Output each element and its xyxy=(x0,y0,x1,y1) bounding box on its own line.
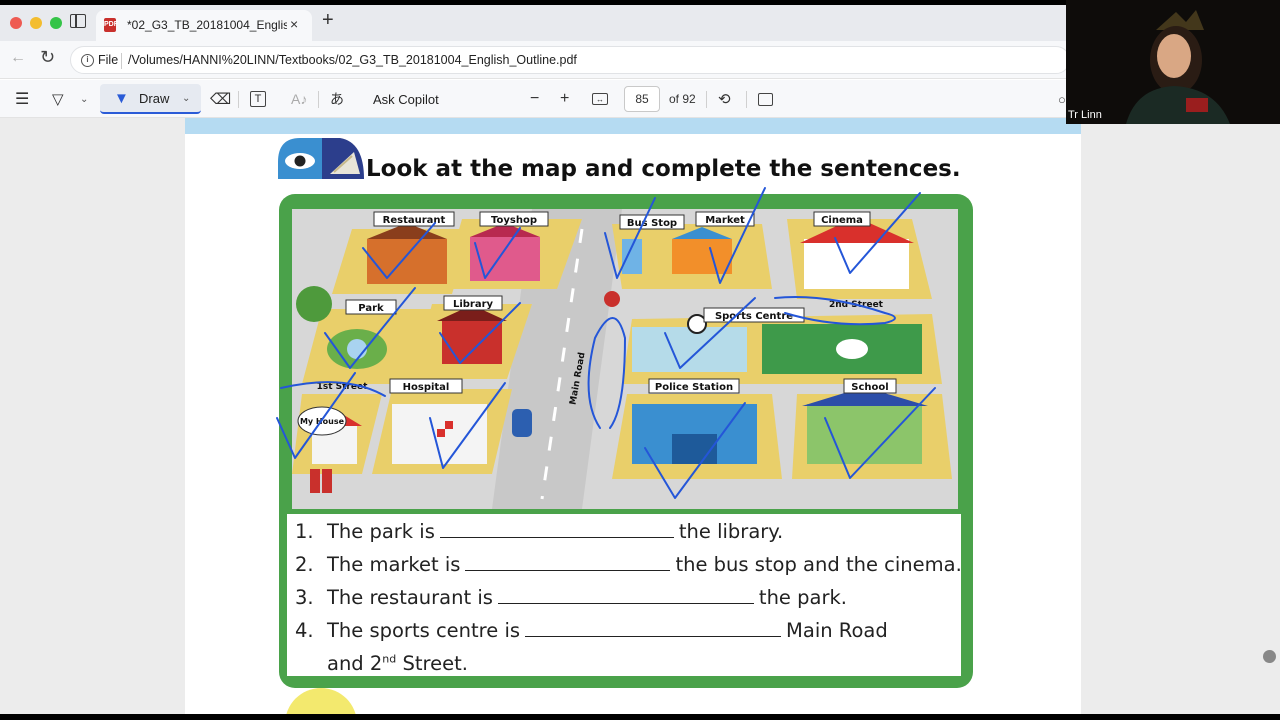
tab-title: *02_G3_TB_20181004_English_Outline.pdf xyxy=(127,18,287,32)
presenter-video xyxy=(1066,0,1280,124)
url-scheme: File xyxy=(98,53,119,67)
scrollbar-thumb[interactable] xyxy=(1263,650,1276,663)
highlight-icon[interactable]: ▽ xyxy=(52,80,64,118)
info-icon[interactable]: i xyxy=(81,54,94,67)
search-icon[interactable]: ○ xyxy=(1058,80,1066,118)
textbox-icon[interactable]: T xyxy=(250,91,266,107)
toolbar-divider xyxy=(238,91,239,108)
ink-annotations xyxy=(276,187,936,499)
draw-pen-icon: ▼ xyxy=(114,90,129,107)
page-number-input[interactable]: 85 xyxy=(624,86,660,112)
toolbar-divider xyxy=(706,91,707,108)
zoom-out-button[interactable]: − xyxy=(530,80,539,118)
url-input[interactable]: i File /Volumes/HANNI%20LINN/Textbooks/0… xyxy=(70,46,1070,74)
pdf-page: Look at the map and complete the sentenc… xyxy=(185,118,1081,714)
url-divider xyxy=(121,53,122,69)
page-total-label: of 92 xyxy=(669,92,696,106)
two-page-icon[interactable] xyxy=(758,93,773,106)
chevron-down-icon[interactable]: ⌄ xyxy=(80,80,88,118)
window-minimize-button[interactable] xyxy=(30,17,42,29)
url-text[interactable]: /Volumes/HANNI%20LINN/Textbooks/02_G3_TB… xyxy=(128,53,577,67)
back-icon[interactable]: ← xyxy=(10,49,26,67)
pdf-icon: PDF xyxy=(104,18,118,32)
new-tab-button[interactable]: + xyxy=(322,9,334,32)
translate-icon[interactable]: あ xyxy=(330,80,344,118)
contents-icon[interactable]: ☰ xyxy=(15,80,29,118)
zoom-in-button[interactable]: + xyxy=(560,80,569,118)
fit-page-icon[interactable]: ↔ xyxy=(592,93,608,105)
chevron-down-icon[interactable]: ⌄ xyxy=(182,93,190,104)
reload-icon[interactable]: ↻ xyxy=(40,47,55,68)
read-aloud-icon[interactable]: A♪ xyxy=(291,80,307,118)
window-maximize-button[interactable] xyxy=(50,17,62,29)
toolbar-divider xyxy=(746,91,747,108)
window-close-button[interactable] xyxy=(10,17,22,29)
sidebar-icon[interactable] xyxy=(70,14,86,28)
ask-copilot-button[interactable]: Ask Copilot xyxy=(373,80,439,118)
tab-pdf-document[interactable]: PDF *02_G3_TB_20181004_English_Outline.p… xyxy=(96,10,312,41)
draw-label: Draw xyxy=(139,91,170,106)
participant-name: Tr Linn xyxy=(1068,109,1102,121)
toolbar-divider xyxy=(318,91,319,108)
rotate-icon[interactable]: ⟲ xyxy=(718,80,731,118)
document-viewer[interactable]: Look at the map and complete the sentenc… xyxy=(0,118,1280,714)
webcam-overlay: Tr Linn xyxy=(1066,0,1280,124)
draw-button[interactable]: ▼ Draw ⌄ xyxy=(100,84,201,114)
tab-close-button[interactable]: × xyxy=(290,16,298,32)
eraser-icon[interactable]: ⌫ xyxy=(210,80,231,118)
